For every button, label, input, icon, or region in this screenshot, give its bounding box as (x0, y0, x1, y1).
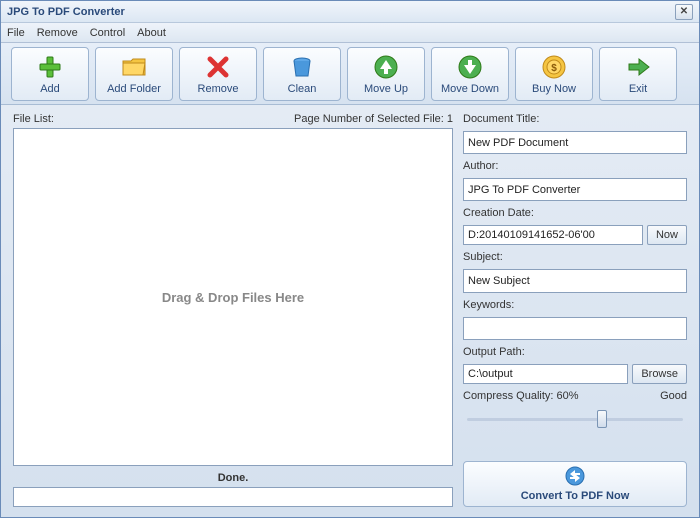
quality-slider[interactable] (463, 408, 687, 432)
author-input[interactable] (463, 178, 687, 201)
move-down-label: Move Down (441, 83, 499, 95)
output-label: Output Path: (463, 346, 687, 358)
buy-now-button[interactable]: $ Buy Now (515, 47, 593, 101)
left-panel: File List: Page Number of Selected File:… (13, 113, 453, 507)
subject-input[interactable] (463, 269, 687, 292)
file-list-box[interactable]: Drag & Drop Files Here (13, 128, 453, 466)
doctitle-input[interactable] (463, 131, 687, 154)
menubar: File Remove Control About (1, 23, 699, 43)
clean-button[interactable]: Clean (263, 47, 341, 101)
menu-about[interactable]: About (137, 27, 166, 39)
filelist-header: File List: Page Number of Selected File:… (13, 113, 453, 125)
menu-remove[interactable]: Remove (37, 27, 78, 39)
drop-placeholder: Drag & Drop Files Here (162, 290, 304, 305)
clean-label: Clean (288, 83, 317, 95)
x-icon (204, 53, 232, 81)
window-title: JPG To PDF Converter (7, 6, 675, 18)
plus-icon (36, 53, 64, 81)
browse-button[interactable]: Browse (632, 364, 687, 384)
move-up-button[interactable]: Move Up (347, 47, 425, 101)
menu-control[interactable]: Control (90, 27, 125, 39)
slider-track (467, 418, 683, 421)
page-number-label: Page Number of Selected File: 1 (294, 113, 453, 125)
move-down-button[interactable]: Move Down (431, 47, 509, 101)
remove-button[interactable]: Remove (179, 47, 257, 101)
main-window: JPG To PDF Converter ✕ File Remove Contr… (0, 0, 700, 518)
date-label: Creation Date: (463, 207, 687, 219)
quality-row: Compress Quality: 60% Good (463, 390, 687, 402)
close-button[interactable]: ✕ (675, 4, 693, 20)
right-panel: Document Title: Author: Creation Date: N… (463, 113, 687, 507)
remove-label: Remove (198, 83, 239, 95)
coin-icon: $ (540, 53, 568, 81)
exit-arrow-icon (624, 53, 652, 81)
trash-icon (288, 53, 316, 81)
menu-file[interactable]: File (7, 27, 25, 39)
quality-label: Compress Quality: 60% (463, 390, 579, 402)
keywords-input[interactable] (463, 317, 687, 340)
titlebar: JPG To PDF Converter ✕ (1, 1, 699, 23)
progress-bar (13, 487, 453, 507)
subject-label: Subject: (463, 251, 687, 263)
status-label: Done. (13, 472, 453, 484)
filelist-label: File List: (13, 113, 54, 125)
keywords-label: Keywords: (463, 299, 687, 311)
toolbar: Add Add Folder Remove Clean Move Up (1, 43, 699, 105)
add-folder-button[interactable]: Add Folder (95, 47, 173, 101)
folder-icon (120, 53, 148, 81)
quality-text: Good (660, 390, 687, 402)
date-input[interactable] (463, 225, 643, 245)
move-up-label: Move Up (364, 83, 408, 95)
content-area: File List: Page Number of Selected File:… (1, 105, 699, 517)
convert-button[interactable]: Convert To PDF Now (463, 461, 687, 507)
slider-thumb[interactable] (597, 410, 607, 428)
exit-label: Exit (629, 83, 647, 95)
doctitle-label: Document Title: (463, 113, 687, 125)
buy-now-label: Buy Now (532, 83, 576, 95)
arrow-down-icon (456, 53, 484, 81)
add-label: Add (40, 83, 60, 95)
svg-text:$: $ (551, 63, 557, 74)
now-button[interactable]: Now (647, 225, 687, 245)
add-folder-label: Add Folder (107, 83, 161, 95)
exit-button[interactable]: Exit (599, 47, 677, 101)
close-icon: ✕ (680, 6, 688, 17)
convert-label: Convert To PDF Now (521, 490, 630, 502)
add-button[interactable]: Add (11, 47, 89, 101)
author-label: Author: (463, 160, 687, 172)
output-input[interactable] (463, 364, 628, 384)
convert-icon (564, 466, 586, 489)
arrow-up-icon (372, 53, 400, 81)
